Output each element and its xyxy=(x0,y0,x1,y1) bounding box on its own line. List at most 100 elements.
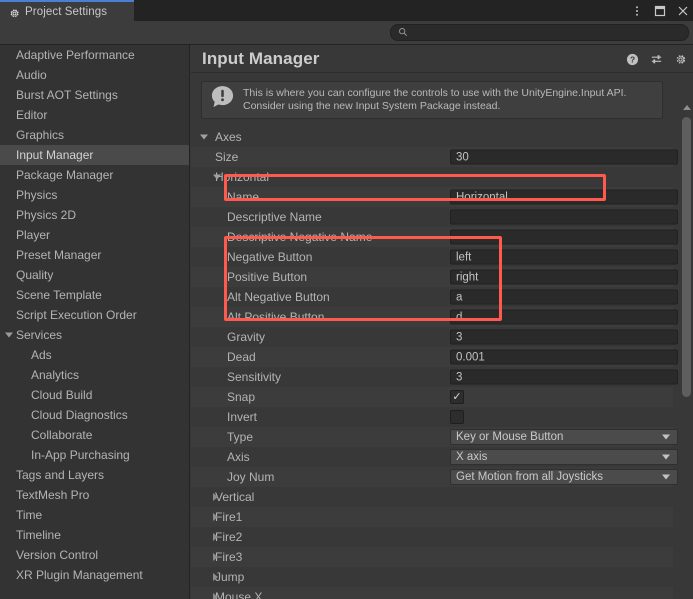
vertical-scrollbar[interactable] xyxy=(680,102,693,599)
property-dropdown-joy-num[interactable]: Get Motion from all Joysticks xyxy=(450,469,678,485)
close-icon[interactable] xyxy=(677,5,689,17)
sidebar-item-time[interactable]: Time xyxy=(0,505,189,525)
help-icon[interactable]: ? xyxy=(626,53,639,66)
foldout-collapsed-icon[interactable] xyxy=(213,533,218,541)
scrollbar-thumb[interactable] xyxy=(682,117,691,397)
sidebar-item-label: Cloud Diagnostics xyxy=(31,408,128,422)
property-field-alt-negative-button[interactable]: a xyxy=(450,289,678,305)
property-value: right xyxy=(456,271,479,283)
property-row-fire2: Fire2 xyxy=(191,527,673,547)
property-field-positive-button[interactable]: right xyxy=(450,269,678,285)
info-helpbox: This is where you can configure the cont… xyxy=(201,81,663,119)
sidebar-item-quality[interactable]: Quality xyxy=(0,265,189,285)
tab-project-settings[interactable]: Project Settings xyxy=(0,0,134,21)
settings-category-sidebar[interactable]: Adaptive Performance Audio Burst AOT Setti… xyxy=(0,45,190,599)
sidebar-item-cloud-diagnostics[interactable]: Cloud Diagnostics xyxy=(0,405,189,425)
sidebar-item-version-control[interactable]: Version Control xyxy=(0,545,189,565)
property-checkbox-snap[interactable]: ✓ xyxy=(450,390,464,404)
property-row-alt-negative-button: Alt Negative Button a xyxy=(191,287,678,307)
sidebar-item-audio[interactable]: Audio xyxy=(0,65,189,85)
sidebar-item-services[interactable]: Services xyxy=(0,325,189,345)
scrollbar-track[interactable] xyxy=(680,113,693,599)
sidebar-item-package-manager[interactable]: Package Manager xyxy=(0,165,189,185)
foldout-collapsed-icon[interactable] xyxy=(213,573,218,581)
foldout-expanded-icon[interactable] xyxy=(213,174,221,180)
sidebar-item-adaptive-performance[interactable]: Adaptive Performance xyxy=(0,45,189,65)
sidebar-item-editor[interactable]: Editor xyxy=(0,105,189,125)
property-field-descriptive-name[interactable] xyxy=(450,209,678,225)
property-dropdown-axis[interactable]: X axis xyxy=(450,449,678,465)
sidebar-item-label: Physics 2D xyxy=(16,208,77,222)
sidebar-item-label: Time xyxy=(16,508,43,522)
search-box[interactable] xyxy=(390,24,689,41)
sidebar-item-label: Graphics xyxy=(16,128,65,142)
foldout-collapsed-icon[interactable] xyxy=(213,513,218,521)
settings-gear-icon[interactable] xyxy=(674,53,687,66)
property-field-dead[interactable]: 0.001 xyxy=(450,349,678,365)
property-row-alt-positive-button: Alt Positive Button d xyxy=(191,307,678,327)
property-label: Axis xyxy=(227,450,250,464)
panel-content: This is where you can configure the cont… xyxy=(191,73,693,599)
foldout-collapsed-icon[interactable] xyxy=(213,553,218,561)
maximize-icon[interactable] xyxy=(654,5,666,17)
foldout-collapsed-icon[interactable] xyxy=(213,493,218,501)
sidebar-item-scene-template[interactable]: Scene Template xyxy=(0,285,189,305)
sidebar-item-label: Adaptive Performance xyxy=(16,48,135,62)
property-field-size[interactable]: 30 xyxy=(450,149,678,165)
property-row-type: Type Key or Mouse Button xyxy=(191,427,678,447)
sidebar-item-physics-2d[interactable]: Physics 2D xyxy=(0,205,189,225)
property-label: Alt Positive Button xyxy=(227,310,325,324)
property-value: d xyxy=(456,311,463,323)
sidebar-item-label: Script Execution Order xyxy=(16,308,137,322)
foldout-collapsed-icon[interactable] xyxy=(213,593,218,599)
property-row-fire1: Fire1 xyxy=(191,507,673,527)
sidebar-item-script-execution-order[interactable]: Script Execution Order xyxy=(0,305,189,325)
sidebar-item-label: Cloud Build xyxy=(31,388,93,402)
sidebar-item-label: Scene Template xyxy=(16,288,102,302)
sidebar-item-player[interactable]: Player xyxy=(0,225,189,245)
property-label: Invert xyxy=(227,410,258,424)
property-value: 30 xyxy=(456,151,469,163)
dropdown-value: Key or Mouse Button xyxy=(456,431,564,443)
property-field-name[interactable]: Horizontal xyxy=(450,189,678,205)
sidebar-item-tags-and-layers[interactable]: Tags and Layers xyxy=(0,465,189,485)
property-field-descriptive-negative-name[interactable] xyxy=(450,229,678,245)
sidebar-item-label: Physics xyxy=(16,188,58,202)
project-settings-window: Project Settings Adaptive Performance Au… xyxy=(0,0,693,599)
sidebar-item-in-app-purchasing[interactable]: In-App Purchasing xyxy=(0,445,189,465)
sidebar-item-cloud-build[interactable]: Cloud Build xyxy=(0,385,189,405)
chevron-down-icon[interactable] xyxy=(5,332,13,338)
property-field-negative-button[interactable]: left xyxy=(450,249,678,265)
sidebar-item-textmesh-pro[interactable]: TextMesh Pro xyxy=(0,485,189,505)
property-dropdown-type[interactable]: Key or Mouse Button xyxy=(450,429,678,445)
property-field-alt-positive-button[interactable]: d xyxy=(450,309,678,325)
gear-icon xyxy=(9,6,20,18)
property-label: Alt Negative Button xyxy=(227,290,330,304)
property-field-gravity[interactable]: 3 xyxy=(450,329,678,345)
kebab-menu-icon[interactable] xyxy=(631,5,643,17)
sidebar-item-ads[interactable]: Ads xyxy=(0,345,189,365)
property-field-sensitivity[interactable]: 3 xyxy=(450,369,678,385)
foldout-expanded-icon[interactable] xyxy=(200,134,208,140)
sidebar-item-input-manager[interactable]: Input Manager xyxy=(0,145,189,165)
search-strip xyxy=(0,21,693,45)
sidebar-item-analytics[interactable]: Analytics xyxy=(0,365,189,385)
sidebar-item-label: Input Manager xyxy=(16,148,94,162)
property-row-vertical: Vertical xyxy=(191,487,673,507)
triangle-up-icon[interactable] xyxy=(680,102,693,113)
sidebar-item-timeline[interactable]: Timeline xyxy=(0,525,189,545)
sidebar-item-burst-aot-settings[interactable]: Burst AOT Settings xyxy=(0,85,189,105)
property-checkbox-invert[interactable] xyxy=(450,410,464,424)
sidebar-item-label: Package Manager xyxy=(16,168,114,182)
property-row-axes: Axes xyxy=(191,127,673,147)
sidebar-item-collaborate[interactable]: Collaborate xyxy=(0,425,189,445)
sidebar-item-xr-plugin-management[interactable]: XR Plugin Management xyxy=(0,565,189,585)
search-input[interactable] xyxy=(412,27,662,38)
preset-icon[interactable] xyxy=(650,53,663,66)
sidebar-item-physics[interactable]: Physics xyxy=(0,185,189,205)
sidebar-item-label: In-App Purchasing xyxy=(31,448,130,462)
sidebar-item-label: Audio xyxy=(16,68,47,82)
property-row-horizontal: Horizontal xyxy=(191,167,673,187)
sidebar-item-preset-manager[interactable]: Preset Manager xyxy=(0,245,189,265)
sidebar-item-graphics[interactable]: Graphics xyxy=(0,125,189,145)
